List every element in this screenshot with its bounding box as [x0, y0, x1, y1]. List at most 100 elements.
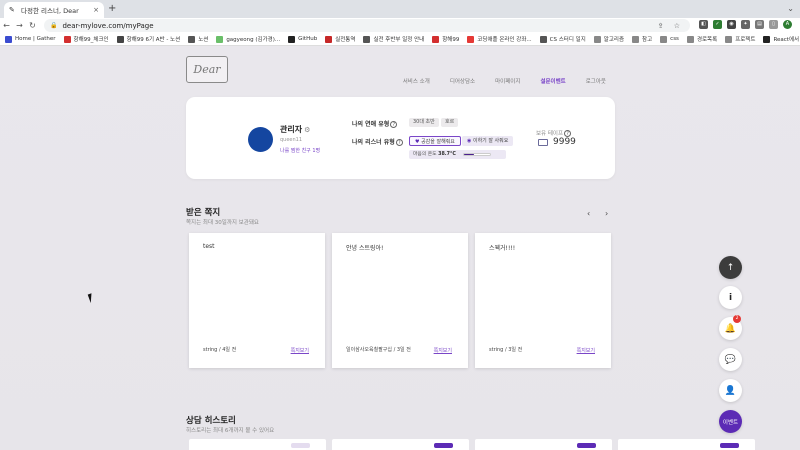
received-subtitle: 쪽지는 최대 30일까지 보관돼요: [186, 220, 259, 226]
bookmark-item[interactable]: 프로젝트: [725, 35, 755, 43]
bookmark-item[interactable]: 항해99: [432, 35, 459, 43]
history-card[interactable]: [332, 439, 469, 450]
extension-icon[interactable]: ◉: [727, 20, 736, 29]
bookmark-label: 경로목록: [696, 37, 718, 43]
browser-tab[interactable]: ✎ 다정한 리스너, Dear ×: [4, 2, 104, 18]
bookmark-item[interactable]: 알고리즘: [593, 35, 624, 43]
bookmark-item[interactable]: 노션: [188, 35, 208, 43]
chevron-down-icon[interactable]: ⌄: [787, 4, 794, 13]
chevron-right-icon[interactable]: ›: [605, 209, 608, 218]
bookmark-item[interactable]: 항해99 6기 A반 - 노션: [116, 35, 181, 43]
nav-item-survey[interactable]: 설문이벤트: [540, 77, 565, 85]
view-note-link[interactable]: 쪽지보기: [577, 347, 595, 354]
love-type-chip: 호르: [441, 118, 459, 127]
avatar: [248, 127, 273, 152]
bookmark-label: gagyeong (김가경)...: [226, 37, 281, 43]
bookmark-item[interactable]: 코딩애플 온라인 강좌...: [467, 35, 532, 43]
bookmark-label: 실전통역: [335, 37, 356, 43]
help-icon[interactable]: ?: [390, 121, 398, 128]
bookmark-label: 항해99: [442, 37, 460, 43]
history-title: 상담 히스토리: [186, 416, 236, 426]
site-logo[interactable]: Dear: [186, 56, 228, 83]
info-button[interactable]: i: [719, 286, 742, 309]
browser-tabbar: ✎ 다정한 리스너, Dear × + ⌄: [0, 0, 800, 18]
share-star-icons[interactable]: ⇪ ☆: [658, 22, 684, 30]
bookmark-item[interactable]: React에서 FCM을...: [763, 35, 800, 43]
received-title: 받은 쪽지: [186, 208, 221, 218]
back-icon[interactable]: ←: [0, 21, 13, 30]
reading-list-icon[interactable]: ▤: [755, 20, 764, 29]
temperature-fill: [464, 154, 475, 155]
bookmark-icon: [593, 35, 601, 43]
new-tab-button[interactable]: +: [108, 3, 116, 15]
tab-title: 다정한 리스너, Dear: [21, 7, 79, 15]
view-note-link[interactable]: 쪽지보기: [291, 347, 309, 354]
listener-type-pill: ♥ 공감을 잘해줘요: [409, 136, 461, 146]
profile-button[interactable]: 👤: [719, 379, 742, 402]
notification-button[interactable]: 🔔 2: [719, 315, 742, 340]
bookmark-label: GitHub: [298, 36, 318, 42]
avatar[interactable]: A: [783, 20, 792, 29]
bookmark-icon: [5, 35, 12, 43]
close-icon[interactable]: ×: [93, 6, 99, 14]
bookmark-item[interactable]: 실전통역: [325, 35, 355, 43]
bookmark-label: 항해99 6기 A반 - 노션: [126, 37, 181, 43]
note-card[interactable]: 스웩거!!!! string / 3일 전 쪽지보기: [475, 233, 611, 368]
bookmark-label: 실전 후반부 일정 안내: [373, 37, 425, 43]
arrow-up-icon: ↑: [726, 262, 735, 273]
bookmark-label: React에서 FCM을...: [773, 37, 800, 43]
scroll-top-button[interactable]: ↑: [719, 256, 742, 279]
note-meta: 일이삼사오육칠팔구십 / 3일 전: [346, 347, 411, 353]
note-meta: string / 3일 전: [489, 347, 523, 353]
history-card[interactable]: [475, 439, 612, 450]
chat-button[interactable]: 💬: [719, 348, 742, 371]
address-bar: ← → ↻ 🔒 dear-mylove.com/myPage ⇪ ☆ ◧ ✓ ◉…: [0, 18, 800, 33]
history-card[interactable]: [189, 439, 326, 450]
extension-icon[interactable]: ◧: [699, 20, 708, 29]
tape-label: 보유 테이프?: [536, 129, 572, 137]
note-card[interactable]: 안녕 스트링아! 일이삼사오육칠팔구십 / 3일 전 쪽지보기: [332, 233, 468, 368]
bookmark-item[interactable]: 참고: [632, 35, 652, 43]
reload-icon[interactable]: ↻: [26, 21, 39, 30]
bookmark-icon: [188, 35, 196, 43]
bookmark-label: Home | Gather: [15, 36, 56, 42]
bookmark-icon: [632, 35, 640, 43]
profile-name-text: 관리자: [280, 125, 303, 134]
extensions: ◧ ✓ ◉ ✦ ▤ ▯ A: [699, 20, 792, 29]
bookmark-item[interactable]: css: [660, 35, 679, 43]
bookmark-item[interactable]: 항해99_체크인: [63, 35, 109, 43]
lock-icon: 🔒: [50, 22, 58, 29]
view-note-link[interactable]: 쪽지보기: [434, 347, 452, 354]
event-button[interactable]: 이벤트: [719, 410, 742, 433]
love-type-label-text: 나의 연애 유형: [352, 121, 390, 128]
status-badge: [577, 443, 596, 448]
note-text: 안녕 스트링아!: [346, 245, 384, 252]
nav-item-mypage[interactable]: 마이페이지: [495, 77, 520, 85]
bookmark-item[interactable]: gagyeong (김가경)...: [216, 35, 280, 43]
nav-item-logout[interactable]: 로그아웃: [586, 77, 606, 85]
gear-icon[interactable]: ⚙: [304, 126, 310, 134]
chevron-left-icon[interactable]: ‹: [587, 209, 590, 218]
listener-type-label-text: 나의 리스너 유형: [352, 139, 395, 146]
bookmark-item[interactable]: GitHub: [288, 35, 318, 43]
bookmark-icon: [216, 35, 224, 43]
nav-item-intro[interactable]: 서비스 소개: [403, 77, 430, 85]
heart-icon: ♥: [415, 139, 420, 145]
sidepanel-icon[interactable]: ▯: [769, 20, 778, 29]
bookmark-item[interactable]: CS 스터디 일지: [539, 35, 586, 43]
history-card[interactable]: [618, 439, 755, 450]
temperature-value: 38.7°C: [438, 152, 456, 157]
bookmark-item[interactable]: 실전 후반부 일정 안내: [363, 35, 424, 43]
forward-icon[interactable]: →: [13, 21, 26, 30]
help-icon[interactable]: ?: [564, 130, 572, 137]
extension-icon[interactable]: ✓: [713, 20, 722, 29]
url-input[interactable]: 🔒 dear-mylove.com/myPage ⇪ ☆: [44, 19, 690, 32]
bookmark-label: css: [670, 36, 679, 42]
profile-card: 관리자 ⚙ queen11 나를 찜한 친구 1명 나의 연애 유형? 30대 초…: [186, 97, 615, 179]
bookmark-item[interactable]: Home | Gather: [5, 35, 56, 43]
puzzle-icon[interactable]: ✦: [741, 20, 750, 29]
help-icon[interactable]: ?: [395, 139, 403, 146]
note-card[interactable]: test string / 4일 전 쪽지보기: [189, 233, 325, 368]
nav-item-counsel[interactable]: 디어상담소: [450, 77, 475, 85]
bookmark-item[interactable]: 경로목록: [686, 35, 718, 43]
